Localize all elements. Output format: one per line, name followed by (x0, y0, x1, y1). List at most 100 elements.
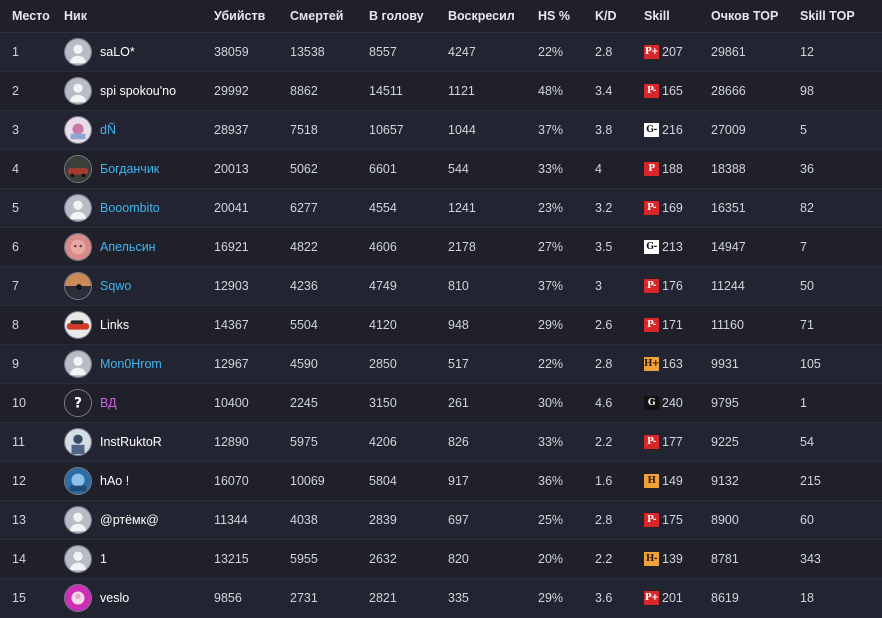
headshots-cell: 4206 (369, 435, 397, 449)
header-points-top[interactable]: Очков TOP (711, 0, 800, 33)
kd-cell: 4.6 (595, 396, 613, 410)
rank-cell: 3 (12, 123, 19, 137)
nick-cell[interactable]: Богданчик (64, 150, 214, 189)
rank-cell: 15 (12, 591, 26, 605)
table-row[interactable]: 15 veslo 9856 2731 2821 335 29% 3.6 P+ 201 8619 18 (0, 578, 882, 618)
kd-cell: 2.8 (595, 513, 613, 527)
nick-cell[interactable]: Booombito (64, 189, 214, 228)
player-nick-link[interactable]: hAo ! (100, 474, 129, 488)
nick-cell[interactable]: hAo ! (64, 462, 214, 501)
skill-rank-badge: G (644, 396, 659, 410)
player-nick-link[interactable]: dÑ (100, 123, 116, 137)
avatar[interactable]: ? (64, 389, 92, 417)
player-nick-link[interactable]: Booombito (100, 201, 160, 215)
player-nick-link[interactable]: Sqwo (100, 279, 131, 293)
header-rank[interactable]: Место (0, 0, 64, 33)
avatar[interactable] (64, 428, 92, 456)
player-nick-link[interactable]: veslo (100, 591, 129, 605)
kills-cell: 20041 (214, 201, 249, 215)
player-nick-link[interactable]: 1 (100, 552, 107, 566)
avatar[interactable] (64, 467, 92, 495)
player-nick-link[interactable]: saLO* (100, 45, 135, 59)
leaderboard-table: Место Ник Убийств Смертей В голову Воскр… (0, 0, 882, 618)
header-deaths[interactable]: Смертей (290, 0, 369, 33)
header-revived[interactable]: Воскресил (448, 0, 538, 33)
skill-top-cell: 50 (800, 279, 814, 293)
points-top-cell: 9225 (711, 435, 739, 449)
avatar[interactable] (64, 272, 92, 300)
deaths-cell: 5955 (290, 552, 318, 566)
table-row[interactable]: 8 Links 14367 5504 4120 948 29% 2.6 P- 171 11160 71 (0, 305, 882, 345)
avatar[interactable] (64, 38, 92, 66)
nick-cell[interactable]: Links (64, 306, 214, 345)
nick-cell[interactable]: Mon0Hrom (64, 345, 214, 384)
player-nick-link[interactable]: spi spokou'no (100, 84, 176, 98)
table-row[interactable]: 9 Mon0Hrom 12967 4590 2850 517 22% 2.8 H+ 163 9931… (0, 344, 882, 384)
avatar[interactable] (64, 194, 92, 222)
skill-cell: P+ 207 (644, 33, 711, 72)
skill-rank-badge: P- (644, 513, 659, 527)
header-kills[interactable]: Убийств (214, 0, 290, 33)
header-hs-percent[interactable]: HS % (538, 0, 595, 33)
nick-cell[interactable]: ? ВД (64, 384, 214, 423)
hs-percent-cell: 33% (538, 162, 564, 176)
nick-cell[interactable]: spi spokou'no (64, 72, 214, 111)
avatar[interactable] (64, 545, 92, 573)
points-top-cell: 8619 (711, 591, 739, 605)
avatar[interactable] (64, 233, 92, 261)
table-row[interactable]: 7 Sqwo 12903 4236 4749 810 37% 3 P- 176 11244 50 (0, 266, 882, 306)
table-row[interactable]: 6 Апельсин 16921 4822 4606 2178 27% 3.5 G- 213 149… (0, 227, 882, 267)
nick-cell[interactable]: Апельсин (64, 228, 214, 267)
nick-cell[interactable]: 1 (64, 540, 214, 579)
avatar[interactable] (64, 350, 92, 378)
nick-cell[interactable]: saLO* (64, 33, 214, 72)
table-row[interactable]: 12 hAo ! 16070 10069 5804 917 36% 1.6 H 149 9132 21… (0, 461, 882, 501)
kills-cell: 11344 (214, 513, 248, 527)
revived-cell: 820 (448, 552, 469, 566)
table-row[interactable]: 3 dÑ 28937 7518 10657 1044 37% 3.8 G- 216 27009 5 (0, 110, 882, 150)
table-row[interactable]: 10? ВД 10400 2245 3150 261 30% 4.6 G 240 9795 1 (0, 383, 882, 423)
player-nick-link[interactable]: ВД (100, 396, 117, 410)
avatar[interactable] (64, 155, 92, 183)
nick-cell[interactable]: InstRuktoR (64, 423, 214, 462)
rank-cell: 8 (12, 318, 19, 332)
revived-cell: 2178 (448, 240, 476, 254)
header-skill[interactable]: Skill (644, 0, 711, 33)
kd-cell: 4 (595, 162, 602, 176)
table-row[interactable]: 13 @ртёмк@ 11344 4038 2839 697 25% 2.8 P- 175 8900… (0, 500, 882, 540)
skill-value: 165 (662, 84, 683, 98)
skill-rank-badge: H+ (644, 357, 660, 371)
player-nick-link[interactable]: Mon0Hrom (100, 357, 162, 371)
nick-cell[interactable]: @ртёмк@ (64, 501, 214, 540)
table-row[interactable]: 4 Богданчик 20013 5062 6601 544 33% 4 P 188 18388 3… (0, 149, 882, 189)
player-nick-link[interactable]: Links (100, 318, 129, 332)
nick-cell[interactable]: dÑ (64, 111, 214, 150)
skill-value: 149 (662, 474, 683, 488)
table-row[interactable]: 1 saLO* 38059 13538 8557 4247 22% 2.8 P+ 207 29861… (0, 32, 882, 72)
header-skill-top[interactable]: Skill TOP (800, 0, 882, 33)
avatar[interactable] (64, 506, 92, 534)
rank-cell: 7 (12, 279, 19, 293)
player-nick-link[interactable]: Богданчик (100, 162, 159, 176)
nick-cell[interactable]: Sqwo (64, 267, 214, 306)
header-headshots[interactable]: В голову (369, 0, 448, 33)
revived-cell: 1121 (448, 84, 475, 98)
avatar[interactable] (64, 77, 92, 105)
avatar[interactable] (64, 116, 92, 144)
player-nick-link[interactable]: Апельсин (100, 240, 156, 254)
avatar[interactable] (64, 311, 92, 339)
table-row[interactable]: 11 InstRuktoR 12890 5975 4206 826 33% 2.2 P- 177 9… (0, 422, 882, 462)
player-nick-link[interactable]: InstRuktoR (100, 435, 162, 449)
avatar[interactable] (64, 584, 92, 612)
nick-cell[interactable]: veslo (64, 579, 214, 618)
skill-cell: P 188 (644, 150, 711, 189)
deaths-cell: 8862 (290, 84, 318, 98)
table-row[interactable]: 5 Booombito 20041 6277 4554 1241 23% 3.2 P- 169 16… (0, 188, 882, 228)
table-row[interactable]: 2 spi spokou'no 29992 8862 14511 1121 48% 3.4 P-… (0, 71, 882, 111)
header-nick[interactable]: Ник (64, 0, 214, 33)
header-kd[interactable]: K/D (595, 0, 644, 33)
skill-value: 216 (662, 123, 683, 137)
player-nick-link[interactable]: @ртёмк@ (100, 513, 159, 527)
points-top-cell: 8781 (711, 552, 739, 566)
table-row[interactable]: 14 1 13215 5955 2632 820 20% 2.2 H- 139 8781 343 (0, 539, 882, 579)
